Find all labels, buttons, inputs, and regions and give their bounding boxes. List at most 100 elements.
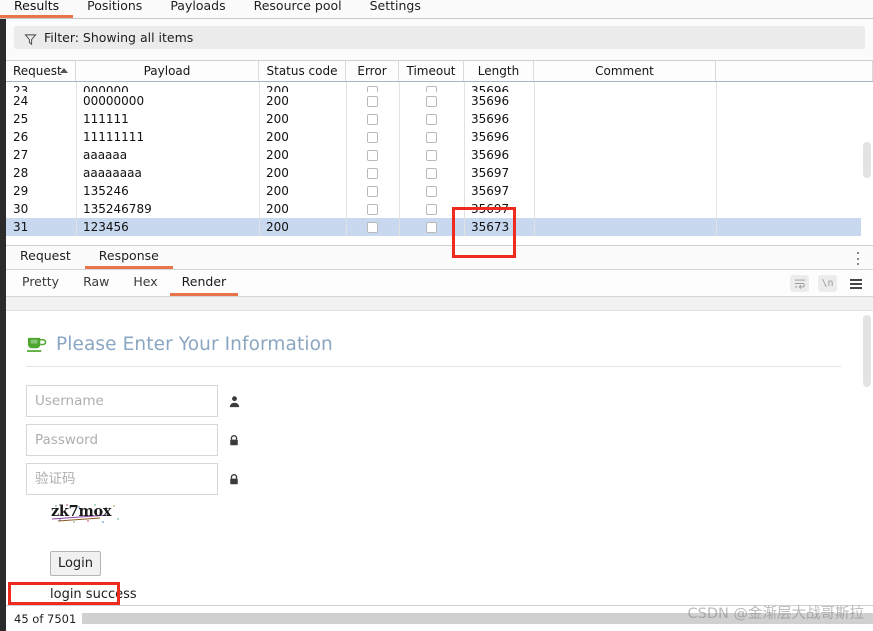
- cell-error: [346, 110, 399, 128]
- column-header-label: Length: [477, 64, 520, 78]
- view-tab-raw[interactable]: Raw: [71, 275, 121, 296]
- table-row[interactable]: 24 00000000 200 35696: [6, 92, 873, 110]
- username-row: [26, 385, 861, 417]
- view-tab-hex[interactable]: Hex: [121, 275, 169, 296]
- timeout-checkbox[interactable]: [426, 167, 437, 179]
- table-row[interactable]: 27 aaaaaa 200 35696: [6, 146, 873, 164]
- timeout-checkbox[interactable]: [426, 113, 437, 125]
- column-separator: [76, 82, 77, 236]
- cell-error: [346, 218, 399, 236]
- table-row[interactable]: 23 000000 200 35696: [6, 82, 873, 92]
- error-checkbox[interactable]: [367, 221, 378, 233]
- timeout-checkbox[interactable]: [426, 149, 437, 161]
- cell-status: 200: [266, 84, 289, 92]
- cell-payload: 11111111: [83, 130, 145, 144]
- cell-request: 26: [13, 130, 29, 144]
- message-tab-request[interactable]: Request: [6, 249, 85, 269]
- error-checkbox[interactable]: [367, 149, 378, 161]
- cell-timeout: [399, 182, 464, 200]
- cell-payload: aaaaaaaa: [83, 166, 142, 180]
- cell-status: 200: [266, 166, 289, 180]
- tab-payloads[interactable]: Payloads: [156, 0, 239, 18]
- cell-status: 200: [266, 94, 289, 108]
- render-pane-scrollbar[interactable]: [861, 312, 873, 605]
- timeout-checkbox[interactable]: [426, 95, 437, 107]
- cell-comment: [534, 182, 716, 200]
- cell-timeout: [399, 218, 464, 236]
- column-header-label: Error: [357, 64, 387, 78]
- captcha-image[interactable]: zk7mox: [48, 502, 130, 524]
- timeout-checkbox[interactable]: [426, 131, 437, 143]
- column-header-length[interactable]: Length: [464, 61, 534, 81]
- table-row[interactable]: 26 11111111 200 35696: [6, 128, 873, 146]
- tab-settings[interactable]: Settings: [356, 0, 435, 18]
- cell-error: [346, 182, 399, 200]
- column-header-status-code[interactable]: Status code: [259, 61, 346, 81]
- render-scrollbar-thumb[interactable]: [863, 315, 871, 387]
- more-options-icon[interactable]: [852, 251, 864, 266]
- attack-progress-track: [82, 613, 873, 624]
- word-wrap-icon[interactable]: [790, 275, 809, 292]
- sort-ascending-icon: [60, 68, 68, 73]
- cell-payload: aaaaaa: [83, 148, 128, 162]
- cell-comment: [534, 110, 716, 128]
- error-checkbox[interactable]: [367, 185, 378, 197]
- cell-comment: [534, 218, 716, 236]
- view-tab-pretty[interactable]: Pretty: [6, 275, 71, 296]
- column-header-timeout[interactable]: Timeout: [399, 61, 464, 81]
- password-input[interactable]: [26, 424, 218, 456]
- table-row[interactable]: 28 aaaaaaaa 200 35697: [6, 164, 873, 182]
- user-icon: [228, 392, 244, 410]
- captcha-input[interactable]: [26, 463, 218, 495]
- timeout-checkbox[interactable]: [426, 203, 437, 215]
- error-checkbox[interactable]: [367, 131, 378, 143]
- login-form: zk7mox Login login success: [6, 367, 861, 602]
- column-header-error[interactable]: Error: [346, 61, 399, 81]
- cell-comment: [534, 128, 716, 146]
- results-table-scrollbar[interactable]: [861, 82, 873, 245]
- error-checkbox[interactable]: [367, 113, 378, 125]
- timeout-checkbox[interactable]: [426, 185, 437, 197]
- render-pane-topstrip: [6, 297, 873, 311]
- tab-resource-pool[interactable]: Resource pool: [240, 0, 356, 18]
- cell-request: 24: [13, 94, 29, 108]
- tab-positions[interactable]: Positions: [73, 0, 156, 18]
- cell-status: 200: [266, 220, 289, 234]
- attack-progress-text: 45 of 7501: [14, 611, 77, 626]
- page-heading: Please Enter Your Information: [6, 312, 861, 355]
- tab-results[interactable]: Results: [0, 0, 74, 18]
- newline-icon[interactable]: \n: [818, 275, 837, 292]
- column-header-payload[interactable]: Payload: [76, 61, 259, 81]
- rendered-login-page: Please Enter Your Information Username 验…: [6, 312, 861, 602]
- hamburger-menu-icon[interactable]: [846, 275, 865, 292]
- response-render-pane: Please Enter Your Information Username 验…: [6, 297, 873, 605]
- column-separator: [464, 82, 465, 236]
- cell-timeout: [399, 146, 464, 164]
- cell-status: 200: [266, 202, 289, 216]
- error-checkbox[interactable]: [367, 167, 378, 179]
- results-scrollbar-thumb[interactable]: [863, 142, 871, 178]
- cell-payload: 000000: [83, 84, 129, 92]
- cell-error: [346, 128, 399, 146]
- column-separator: [534, 82, 535, 236]
- filter-bar[interactable]: Filter: Showing all items: [14, 26, 865, 49]
- table-row[interactable]: 29 135246 200 35697: [6, 182, 873, 200]
- error-checkbox[interactable]: [367, 95, 378, 107]
- captcha-text: zk7mox: [51, 503, 112, 520]
- cell-length: 35697: [471, 166, 510, 180]
- login-button[interactable]: Login: [50, 551, 101, 576]
- error-checkbox[interactable]: [367, 203, 378, 215]
- username-input[interactable]: [26, 385, 218, 417]
- message-tab-response[interactable]: Response: [84, 249, 173, 269]
- table-row[interactable]: 30 135246789 200 35697: [6, 200, 873, 218]
- view-tab-render[interactable]: Render: [169, 275, 239, 296]
- column-header-comment[interactable]: Comment: [534, 61, 716, 81]
- table-row[interactable]: 25 111111 200 35696: [6, 110, 873, 128]
- timeout-checkbox[interactable]: [426, 221, 437, 233]
- cell-comment: [534, 164, 716, 182]
- cell-request: 31: [13, 220, 29, 234]
- table-row[interactable]: 31 123456 200 35673: [6, 218, 873, 236]
- column-header-request[interactable]: Request: [6, 61, 76, 81]
- cell-length: 35697: [471, 202, 510, 216]
- column-header-label: Payload: [143, 64, 191, 78]
